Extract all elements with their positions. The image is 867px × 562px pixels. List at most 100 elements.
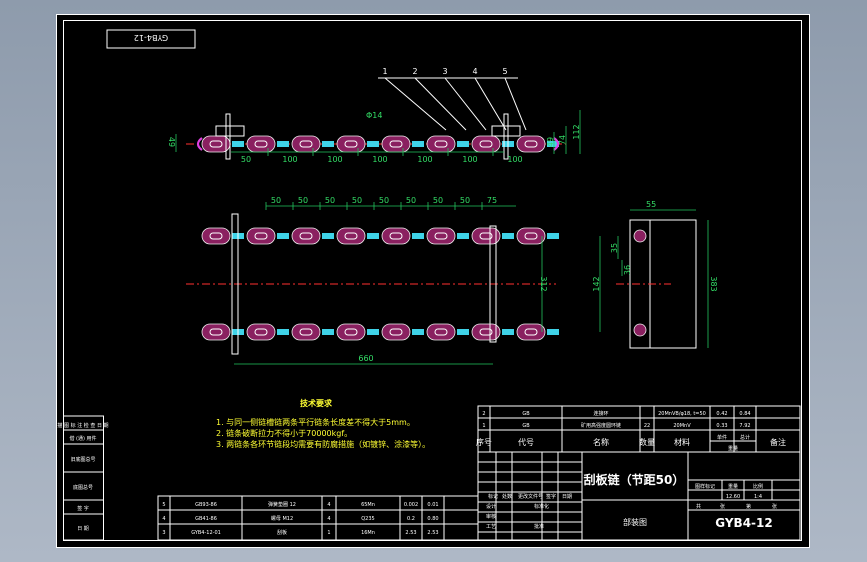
outer-border bbox=[56, 14, 810, 548]
front-link-vertical bbox=[412, 141, 424, 147]
sign-label-3: 标准化 bbox=[534, 503, 549, 510]
front-link-horizontal bbox=[336, 135, 366, 153]
sign-label-2: 工艺 bbox=[486, 524, 496, 530]
plan-link-vertical bbox=[502, 233, 514, 239]
front-link-horizontal bbox=[381, 135, 411, 153]
part-name: 刮板链（节距50） bbox=[584, 472, 685, 487]
bom-lower-cell: 65Mn bbox=[361, 502, 375, 508]
balloon-number: 2 bbox=[412, 67, 417, 76]
balloon-number: 1 bbox=[382, 67, 387, 76]
stamp-drawing-no: GYB4-12 bbox=[134, 33, 168, 42]
left-block-frame bbox=[63, 415, 104, 541]
left-block-stamp: 描 图 标 注 检 查 日 期 bbox=[57, 422, 108, 429]
left-block-item-3: 签 字 bbox=[77, 505, 89, 512]
bom-lower-cell: 2.53 bbox=[405, 530, 416, 536]
bom-upper-cell: 7.92 bbox=[739, 423, 750, 429]
bom-lower-cell: Q235 bbox=[361, 516, 374, 522]
dim-top-pitch: 50 bbox=[325, 196, 335, 205]
dim-top-pitch: 50 bbox=[298, 196, 308, 205]
plan-view: 50 50 50 50 50 50 50 50 75 312 660 bbox=[186, 196, 559, 365]
cad-drawing: GYB4-12 12345 Φ14 49 49 74 112 50 100 100 1… bbox=[56, 14, 810, 548]
row-label-3: 签字 bbox=[546, 493, 556, 500]
bom-lower-cell: 1 bbox=[327, 530, 330, 536]
title-block: 刮板链（节距50） 部装图 GYB4-12 12.60 1:4 图样标记 重量 … bbox=[477, 451, 801, 541]
plan-link bbox=[246, 227, 276, 245]
dim-pitch: 100 bbox=[417, 155, 432, 164]
side-view: 55 142 35 36 383 bbox=[592, 200, 718, 349]
tech-item-2: 2. 链条破断拉力不得小于70000kgf。 bbox=[216, 428, 352, 438]
bom-header-code: 代号 bbox=[518, 437, 534, 447]
right-clamp bbox=[491, 125, 521, 137]
front-end-hook-left bbox=[196, 137, 203, 151]
bom-lower-cell: 16Mn bbox=[361, 530, 375, 536]
bom-upper: 2 GB 连接环 20MnVB/φ18, t=50 0.42 0.84 1 GB 矿用高强度圆环… bbox=[476, 405, 801, 453]
plan-link bbox=[426, 227, 456, 245]
plan-link-vertical bbox=[412, 233, 424, 239]
dim-right-small: 49 bbox=[546, 137, 555, 147]
plan-link bbox=[381, 227, 411, 245]
balloon-leader bbox=[384, 77, 447, 131]
bom-lower: 5 GB93-86 弹簧垫圈 12 4 65Mn 0.002 0.01 4 GB41-86 螺母 … bbox=[157, 495, 479, 541]
plan-link-vertical bbox=[457, 329, 469, 335]
sheet-label-0: 共 bbox=[696, 503, 701, 510]
plan-link bbox=[336, 323, 366, 341]
bom-lower-rows: 5 GB93-86 弹簧垫圈 12 4 65Mn 0.002 0.01 4 GB41-86 螺母 … bbox=[162, 501, 438, 536]
dim-side-top: 55 bbox=[646, 200, 656, 209]
bom-lower-cell: 4 bbox=[162, 516, 165, 522]
bom-lower-cell: 2.53 bbox=[427, 530, 438, 536]
dim-side-c: 142 bbox=[592, 276, 601, 291]
dim-top-pitch: 50 bbox=[406, 196, 416, 205]
stage-label-0: 图样标记 bbox=[695, 483, 715, 490]
bom-lower-cell: 3 bbox=[162, 530, 165, 536]
balloon-leader bbox=[414, 77, 467, 131]
side-body bbox=[649, 219, 697, 349]
row-label-1: 处数 bbox=[502, 493, 512, 500]
balloon-number: 3 bbox=[442, 67, 447, 76]
dim-right-mid: 74 bbox=[558, 135, 567, 145]
dim-top-pitch: 50 bbox=[352, 196, 362, 205]
bom-header-remark: 备注 bbox=[770, 437, 786, 447]
bom-header-name: 名称 bbox=[593, 437, 609, 447]
front-link-vertical bbox=[322, 141, 334, 147]
front-link-horizontal bbox=[246, 135, 276, 153]
dim-hole-dia: Φ14 bbox=[366, 111, 382, 120]
row-label-2: 更改文件号 bbox=[518, 493, 543, 500]
plan-link-vertical bbox=[502, 329, 514, 335]
plan-link bbox=[291, 227, 321, 245]
sign-label-1: 审核 bbox=[486, 513, 496, 520]
dim-plan-length: 660 bbox=[358, 354, 373, 363]
stage-label-2: 比例 bbox=[753, 483, 763, 490]
plan-link-vertical bbox=[322, 233, 334, 239]
sheet-label-1: 张 bbox=[720, 503, 725, 510]
balloon-number: 4 bbox=[472, 67, 477, 76]
front-link-vertical bbox=[277, 141, 289, 147]
bom-upper-cell: 1 bbox=[482, 423, 485, 429]
bom-header-no: 序号 bbox=[476, 437, 492, 447]
front-view: 1 2 3 4 5 Φ14 49 49 74 112 50 100 100 100 100 100… bbox=[167, 67, 581, 164]
mass-value: 12.60 bbox=[726, 494, 740, 500]
side-link-top bbox=[633, 229, 647, 243]
bom-header-unit: 单件 bbox=[717, 434, 727, 441]
plan-link-vertical bbox=[367, 329, 379, 335]
bom-lower-cell: 4 bbox=[327, 502, 330, 508]
front-link-horizontal bbox=[471, 135, 501, 153]
tech-title: 技术要求 bbox=[300, 398, 333, 408]
drawing-no: GYB4-12 bbox=[715, 516, 772, 530]
front-link-vertical bbox=[367, 141, 379, 147]
front-link-vertical bbox=[232, 141, 244, 147]
dim-pitch: 100 bbox=[327, 155, 342, 164]
bom-lower-cell: GYB4-12-01 bbox=[191, 530, 221, 536]
dim-pitch: 100 bbox=[507, 155, 522, 164]
bom-upper-cell: 20MnV bbox=[673, 423, 691, 429]
bom-lower-cell: 5 bbox=[162, 502, 165, 508]
front-link-vertical bbox=[457, 141, 469, 147]
plan-link bbox=[246, 323, 276, 341]
bom-lower-cell: 0.80 bbox=[427, 516, 438, 522]
technical-requirements: 技术要求 1. 与同一侧链槽链两条平行链条长度差不得大于5mm。 2. 链条破断… bbox=[216, 398, 430, 449]
dim-top-pitch: 75 bbox=[487, 196, 497, 205]
plan-link-vertical bbox=[457, 233, 469, 239]
left-register-block: 描 图 标 注 检 查 日 期 借 (通) 用件 旧底图总号 底图总号 签 字 … bbox=[57, 415, 109, 541]
bom-upper-cell: GB bbox=[522, 411, 530, 417]
bom-lower-cell: 0.2 bbox=[407, 516, 415, 522]
bom-lower-cell: 刮板 bbox=[277, 529, 287, 536]
